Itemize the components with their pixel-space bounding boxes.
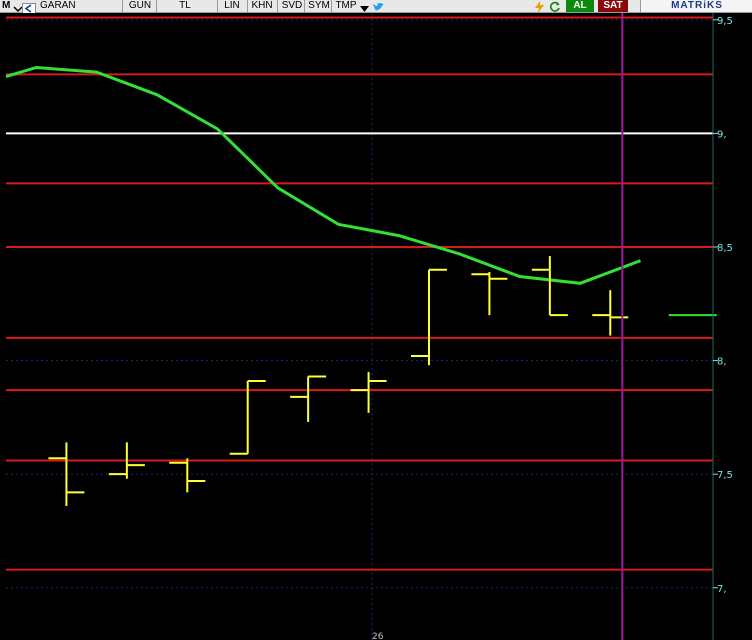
tmp-button[interactable]: TMP xyxy=(331,0,360,12)
lightning-icon[interactable] xyxy=(534,0,545,13)
chart-background xyxy=(0,13,752,640)
brand-logo: MATRiKS xyxy=(640,0,752,12)
y-tick-label: 8,5 xyxy=(717,243,733,254)
sell-button[interactable]: SAT xyxy=(598,0,628,12)
symbol-field[interactable]: GARAN xyxy=(40,0,120,12)
scale-button[interactable]: LIN xyxy=(217,0,246,12)
twitter-bird-icon[interactable] xyxy=(372,0,386,12)
y-tick-label: 7, xyxy=(717,584,727,595)
back-arrow-icon[interactable] xyxy=(22,1,36,14)
sym-button[interactable]: SYM xyxy=(304,0,333,12)
dropdown-arrow-icon[interactable] xyxy=(359,1,369,12)
y-tick-label: 7,5 xyxy=(717,470,733,481)
y-tick-label: 8, xyxy=(717,357,727,368)
y-tick-label: 9, xyxy=(717,129,727,140)
m-menu-label[interactable]: M xyxy=(2,0,12,12)
buy-button[interactable]: AL xyxy=(566,0,594,12)
x-axis-label: 26 xyxy=(372,632,384,640)
refresh-icon[interactable] xyxy=(549,0,561,12)
y-tick-label: 9,5 xyxy=(717,16,733,27)
khn-button[interactable]: KHN xyxy=(247,0,276,12)
currency-button[interactable]: TL xyxy=(156,0,213,12)
chart-toolbar: M GARAN GUN TL LIN KHN SVD SYM TMP AL SA… xyxy=(0,0,752,14)
period-button[interactable]: GUN xyxy=(122,0,157,12)
svd-button[interactable]: SVD xyxy=(277,0,306,12)
price-chart[interactable]: 9,5 9, 8,5 8, 7,5 7, 26 xyxy=(0,13,752,640)
